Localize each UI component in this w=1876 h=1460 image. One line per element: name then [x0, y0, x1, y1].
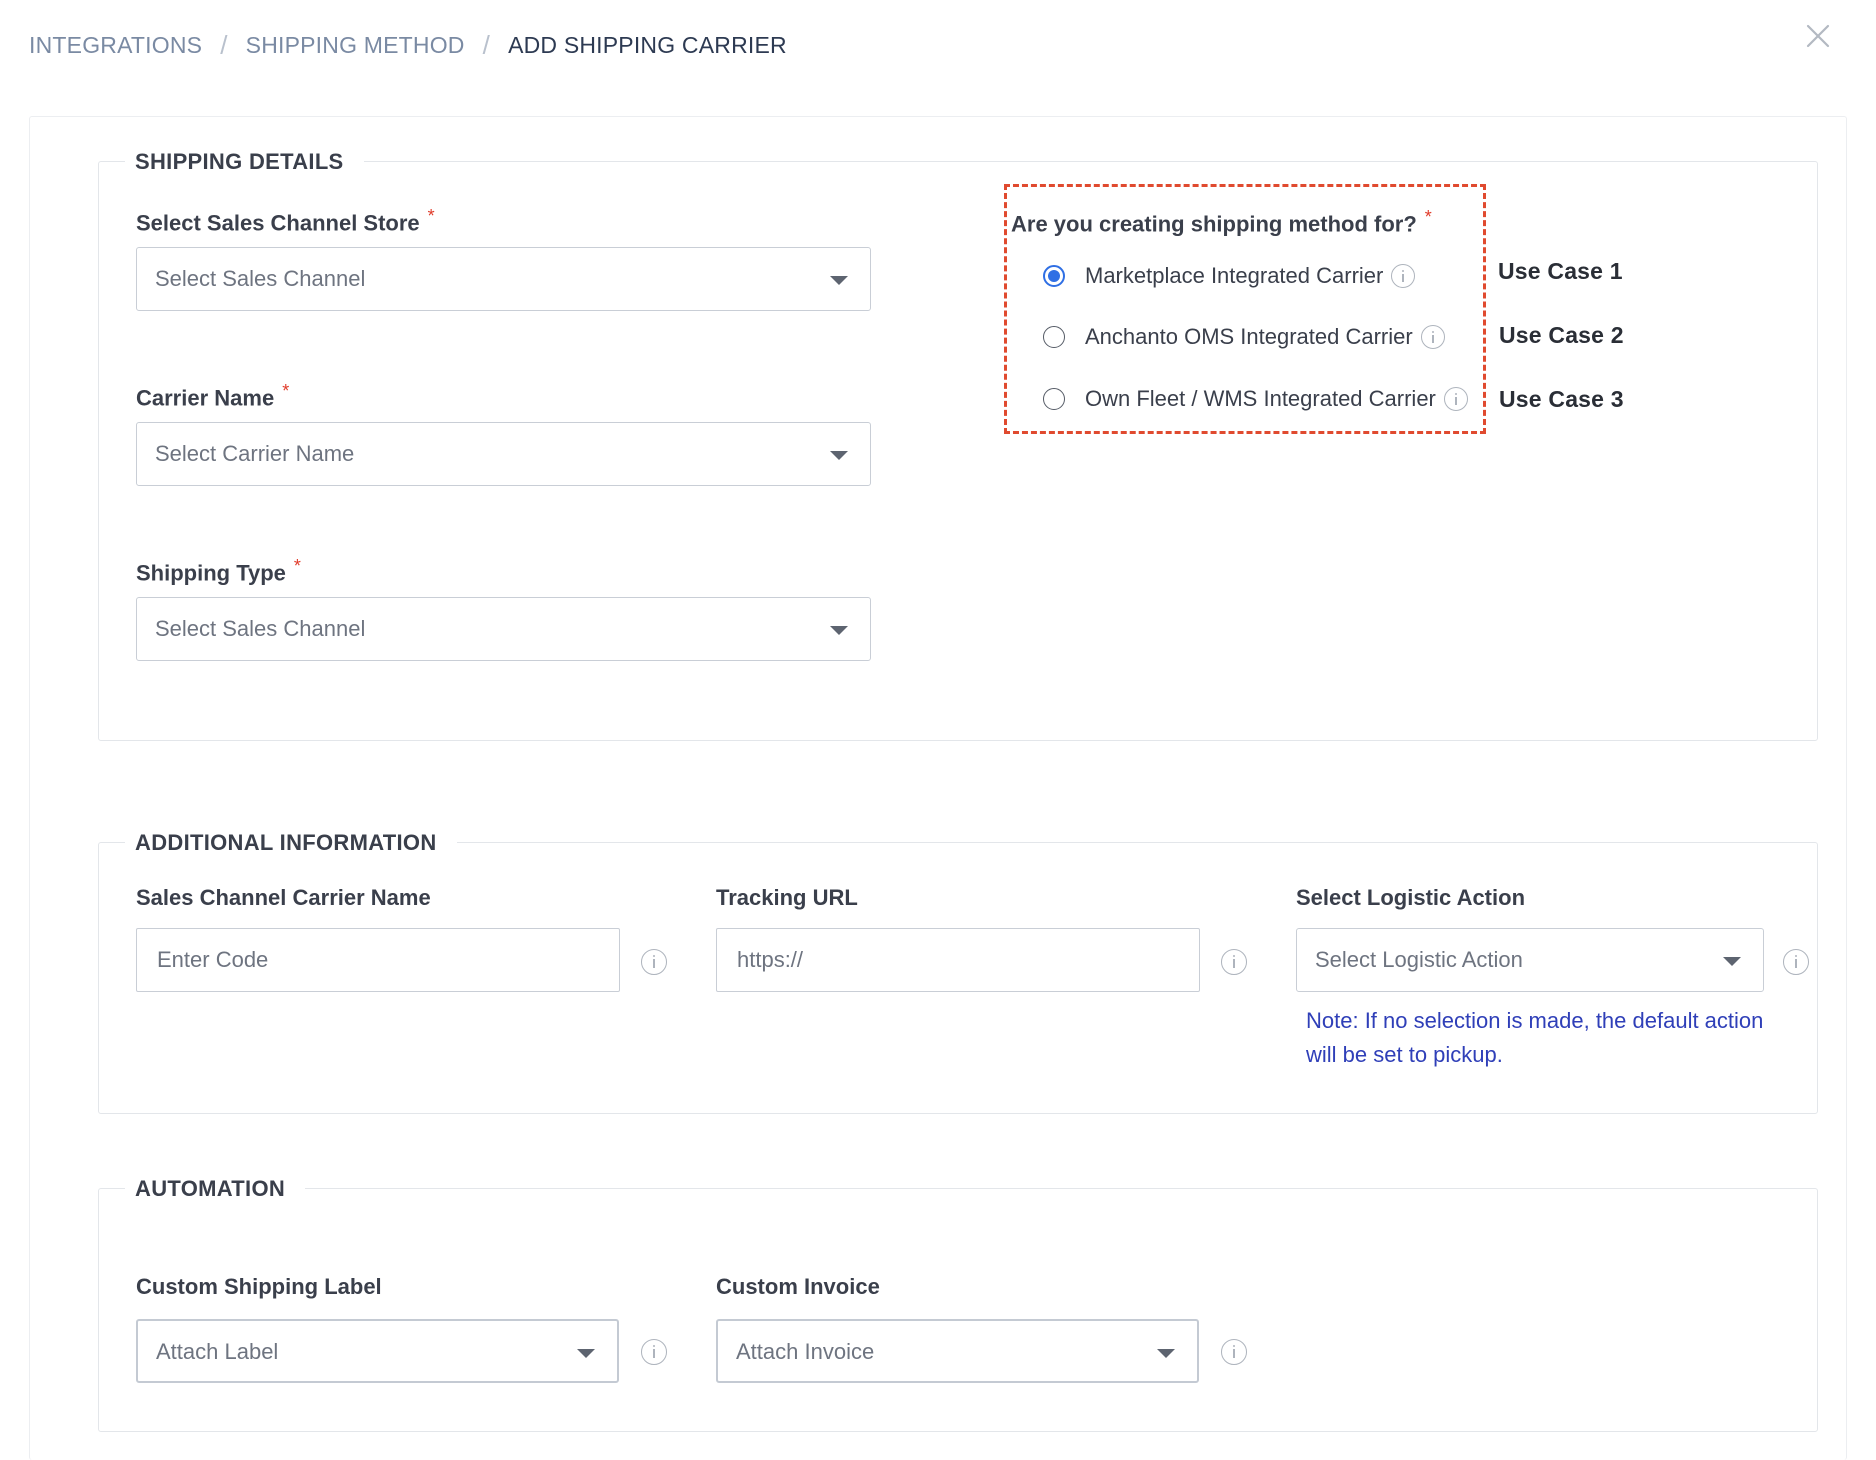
info-icon[interactable] [1391, 264, 1416, 288]
chevron-down-icon [577, 1349, 595, 1358]
shipping-type-select[interactable]: Select Sales Channel [136, 597, 871, 661]
info-icon[interactable] [1443, 387, 1468, 411]
close-button[interactable] [1802, 20, 1834, 52]
chevron-down-icon [1157, 1349, 1175, 1358]
required-mark: * [427, 206, 435, 226]
logistic-action-note: Note: If no selection is made, the defau… [1306, 1008, 1764, 1067]
radio-label: Own Fleet / WMS Integrated Carrier [1085, 386, 1436, 411]
carrier-name-select[interactable]: Select Carrier Name [136, 422, 871, 486]
info-icon[interactable] [1420, 325, 1445, 349]
carrier-name-label: Carrier Name * [136, 381, 290, 411]
radio-button[interactable] [1043, 326, 1065, 348]
breadcrumb-shipping-method[interactable]: SHIPPING METHOD [246, 32, 465, 59]
radio-marketplace-integrated-carrier[interactable]: Marketplace Integrated Carrier [1043, 259, 1416, 293]
method-for-question: Are you creating shipping method for? * [1011, 207, 1432, 237]
logistic-action-placeholder: Select Logistic Action [1315, 947, 1523, 972]
logistic-action-label: Select Logistic Action [1296, 885, 1526, 910]
logistic-action-select[interactable]: Select Logistic Action [1296, 928, 1764, 992]
info-icon[interactable] [641, 1339, 667, 1365]
custom-invoice-label: Custom Invoice [716, 1274, 880, 1299]
sales-channel-store-select[interactable]: Select Sales Channel [136, 247, 871, 311]
chevron-down-icon [1723, 957, 1741, 966]
radio-anchanto-oms-integrated-carrier[interactable]: Anchanto OMS Integrated Carrier [1043, 320, 1445, 354]
required-mark: * [293, 556, 301, 576]
breadcrumb-separator: / [482, 29, 491, 60]
custom-shipping-label-label: Custom Shipping Label [136, 1274, 382, 1299]
custom-invoice-select[interactable]: Attach Invoice [716, 1319, 1199, 1383]
shipping-type-label: Shipping Type * [136, 556, 301, 586]
close-icon [1806, 24, 1830, 48]
chevron-down-icon [830, 626, 848, 635]
breadcrumb: INTEGRATIONS / SHIPPING METHOD / ADD SHI… [29, 28, 787, 62]
info-icon[interactable] [641, 949, 667, 975]
chevron-down-icon [830, 451, 848, 460]
automation-title: AUTOMATION [125, 1173, 306, 1205]
shipping-details-title: SHIPPING DETAILS [125, 146, 364, 178]
sales-channel-store-label: Select Sales Channel Store * [136, 206, 435, 236]
use-case-2-annotation: Use Case 2 [1499, 322, 1624, 348]
additional-information-title: ADDITIONAL INFORMATION [125, 827, 457, 859]
use-case-3-annotation: Use Case 3 [1499, 386, 1624, 412]
radio-own-fleet-wms-integrated-carrier[interactable]: Own Fleet / WMS Integrated Carrier [1043, 382, 1468, 416]
chevron-down-icon [830, 276, 848, 285]
use-case-1-annotation: Use Case 1 [1498, 258, 1623, 284]
sales-channel-store-placeholder: Select Sales Channel [155, 266, 366, 291]
breadcrumb-add-shipping-carrier: ADD SHIPPING CARRIER [508, 31, 787, 58]
shipping-type-placeholder: Select Sales Channel [155, 616, 366, 641]
sales-channel-carrier-name-input[interactable] [136, 928, 620, 992]
automation-section: AUTOMATION [98, 1173, 1818, 1432]
required-mark: * [1424, 207, 1432, 227]
custom-shipping-label-placeholder: Attach Label [156, 1339, 279, 1364]
tracking-url-label: Tracking URL [716, 885, 858, 910]
radio-button-selected[interactable] [1043, 265, 1065, 287]
radio-button[interactable] [1043, 388, 1065, 410]
custom-invoice-placeholder: Attach Invoice [736, 1339, 875, 1364]
carrier-name-placeholder: Select Carrier Name [155, 441, 355, 466]
sales-channel-carrier-name-label: Sales Channel Carrier Name [136, 885, 431, 910]
radio-label: Marketplace Integrated Carrier [1085, 263, 1384, 288]
info-icon[interactable] [1783, 949, 1809, 975]
tracking-url-input[interactable] [716, 928, 1200, 992]
info-icon[interactable] [1221, 1339, 1247, 1365]
custom-shipping-label-select[interactable]: Attach Label [136, 1319, 619, 1383]
info-icon[interactable] [1221, 949, 1247, 975]
breadcrumb-integrations[interactable]: INTEGRATIONS [29, 32, 202, 59]
breadcrumb-separator: / [220, 29, 228, 60]
radio-label: Anchanto OMS Integrated Carrier [1085, 324, 1413, 349]
required-mark: * [282, 381, 290, 401]
